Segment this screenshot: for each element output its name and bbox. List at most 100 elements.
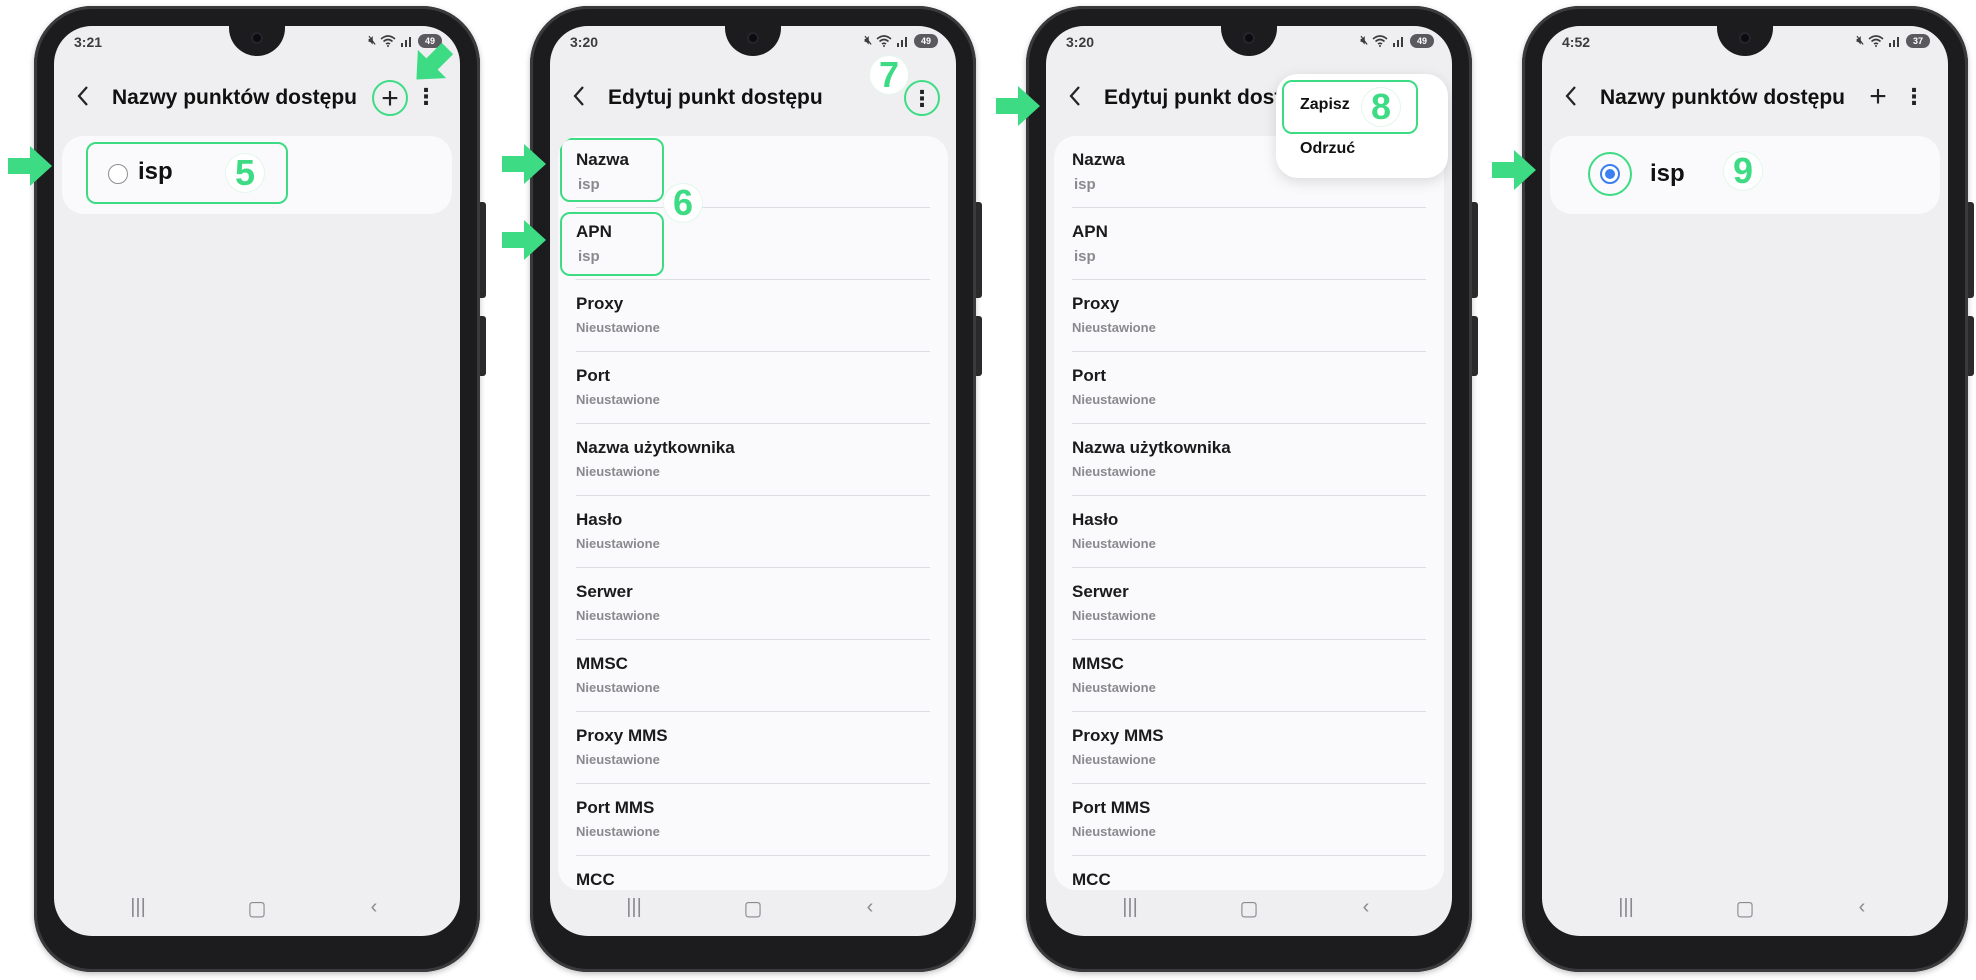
status-time: 3:20 xyxy=(1066,34,1095,50)
field-highlight-name xyxy=(560,138,664,202)
plus-icon: + xyxy=(381,82,399,115)
nav-back-icon[interactable]: ‹ xyxy=(1842,896,1882,919)
field-row-proxy[interactable]: Proxy Nieustawione xyxy=(576,280,930,352)
signal-icon xyxy=(1889,36,1899,47)
field-row-mcc[interactable]: MCC xyxy=(1072,856,1426,890)
step-number-6: 6 xyxy=(664,184,702,222)
screen: 3:20 🔇︎ 49 Edytuj punkt dostępu ⋮ 7 Nazw… xyxy=(550,26,956,936)
nav-back-icon[interactable]: ‹ xyxy=(1346,896,1386,919)
navigation-bar: ||| ▢ ‹ xyxy=(54,896,460,922)
field-row-apn[interactable]: APN isp xyxy=(1072,208,1426,280)
menu-item-save[interactable]: Zapisz xyxy=(1300,96,1350,114)
mute-icon: 🔇︎ xyxy=(1360,33,1368,47)
status-bar: 3:20 🔇︎ 49 xyxy=(570,33,938,52)
back-button[interactable] xyxy=(1564,85,1578,112)
apn-edit-form: Nazwa isp APN isp Proxy Nieustawione Port Ni… xyxy=(1054,136,1444,890)
page-title: Edytuj punkt dost xyxy=(1104,86,1282,109)
field-row-mms-proxy[interactable]: Proxy MMS Nieustawione xyxy=(1072,712,1426,784)
more-options-button[interactable]: ⋮ xyxy=(1896,80,1932,116)
field-row-password[interactable]: Hasło Nieustawione xyxy=(1072,496,1426,568)
signal-icon xyxy=(897,36,907,47)
field-row-port[interactable]: Port Nieustawione xyxy=(576,352,930,424)
app-bar: Nazwy punktów dostępu + ⋮ xyxy=(54,76,460,120)
field-row-server[interactable]: Serwer Nieustawione xyxy=(576,568,930,640)
nav-back-icon[interactable]: ‹ xyxy=(354,896,394,919)
add-apn-button[interactable]: + xyxy=(1860,80,1896,116)
apn-item-label[interactable]: isp xyxy=(138,158,173,186)
status-time: 3:20 xyxy=(570,34,599,50)
battery-icon: 37 xyxy=(1906,33,1930,48)
field-row-proxy[interactable]: Proxy Nieustawione xyxy=(1072,280,1426,352)
status-bar: 3:20 🔇︎ 49 xyxy=(1066,33,1434,52)
field-row-mmsc[interactable]: MMSC Nieustawione xyxy=(1072,640,1426,712)
page-title: Edytuj punkt dostępu xyxy=(608,86,823,109)
step-number-9: 9 xyxy=(1724,152,1762,190)
field-row-username[interactable]: Nazwa użytkownika Nieustawione xyxy=(576,424,930,496)
phone-3: 3:20 🔇︎ 49 Edytuj punkt dost Nazwa isp AP… xyxy=(1026,6,1478,972)
step-number-5: 5 xyxy=(226,154,264,192)
phone-1: 3:21 🔇︎ 49 Nazwy punktów dostępu + ⋮ isp… xyxy=(34,6,486,972)
field-row-mcc[interactable]: MCC xyxy=(576,856,930,890)
mute-icon: 🔇︎ xyxy=(1856,33,1864,47)
home-icon[interactable]: ▢ xyxy=(1725,896,1765,921)
green-arrow-icon xyxy=(502,220,546,260)
field-row-mms-port[interactable]: Port MMS Nieustawione xyxy=(576,784,930,856)
battery-icon: 49 xyxy=(1410,33,1434,48)
home-icon[interactable]: ▢ xyxy=(733,896,773,921)
apn-item-label[interactable]: isp xyxy=(1650,160,1685,188)
back-button[interactable] xyxy=(572,85,586,112)
screen: 4:52 🔇︎ 37 Nazwy punktów dostępu + ⋮ isp… xyxy=(1542,26,1948,936)
nav-back-icon[interactable]: ‹ xyxy=(850,896,890,919)
home-icon[interactable]: ▢ xyxy=(1229,896,1269,921)
mute-icon: 🔇︎ xyxy=(864,33,872,47)
chevron-left-icon xyxy=(1069,86,1080,106)
green-arrow-icon xyxy=(502,144,546,184)
battery-icon: 49 xyxy=(914,33,938,48)
mute-icon: 🔇︎ xyxy=(368,33,376,47)
field-row-mms-proxy[interactable]: Proxy MMS Nieustawione xyxy=(576,712,930,784)
green-arrow-icon xyxy=(8,146,52,186)
recents-icon[interactable]: ||| xyxy=(1110,896,1150,919)
phone-4: 4:52 🔇︎ 37 Nazwy punktów dostępu + ⋮ isp… xyxy=(1522,6,1974,972)
apn-radio[interactable] xyxy=(108,164,128,184)
green-arrow-icon xyxy=(1492,150,1536,190)
screen: 3:20 🔇︎ 49 Edytuj punkt dost Nazwa isp AP… xyxy=(1046,26,1452,936)
field-row-password[interactable]: Hasło Nieustawione xyxy=(576,496,930,568)
signal-icon xyxy=(1393,36,1403,47)
page-title: Nazwy punktów dostępu xyxy=(1600,86,1846,109)
apn-list: isp 9 xyxy=(1550,136,1940,214)
wifi-icon xyxy=(1372,34,1388,47)
plus-icon: + xyxy=(1869,80,1887,113)
step-number-7: 7 xyxy=(870,56,908,94)
menu-item-discard[interactable]: Odrzuć xyxy=(1300,140,1355,158)
field-row-username[interactable]: Nazwa użytkownika Nieustawione xyxy=(1072,424,1426,496)
back-button[interactable] xyxy=(1068,85,1082,112)
wifi-icon xyxy=(380,34,396,47)
page-title: Nazwy punktów dostępu xyxy=(112,86,358,109)
home-icon[interactable]: ▢ xyxy=(237,896,277,921)
green-arrow-icon xyxy=(996,86,1040,126)
field-row-port[interactable]: Port Nieustawione xyxy=(1072,352,1426,424)
apn-list: isp 5 xyxy=(62,136,452,214)
apn-edit-form: Nazwa isp APN isp Proxy Nieustawione Port Ni… xyxy=(558,136,948,890)
field-row-mms-port[interactable]: Port MMS Nieustawione xyxy=(1072,784,1426,856)
apn-radio[interactable] xyxy=(1600,164,1620,184)
add-apn-button[interactable]: + xyxy=(372,80,408,116)
app-bar: Nazwy punktów dostępu + ⋮ xyxy=(1542,76,1948,120)
navigation-bar: ||| ▢ ‹ xyxy=(1542,896,1948,922)
phone-2: 3:20 🔇︎ 49 Edytuj punkt dostępu ⋮ 7 Nazw… xyxy=(530,6,982,972)
status-time: 3:21 xyxy=(74,34,103,50)
wifi-icon xyxy=(1868,34,1884,47)
step-number-8: 8 xyxy=(1362,88,1400,126)
field-row-server[interactable]: Serwer Nieustawione xyxy=(1072,568,1426,640)
recents-icon[interactable]: ||| xyxy=(1606,896,1646,919)
recents-icon[interactable]: ||| xyxy=(614,896,654,919)
field-row-mmsc[interactable]: MMSC Nieustawione xyxy=(576,640,930,712)
back-button[interactable] xyxy=(76,85,90,112)
more-options-button[interactable]: ⋮ xyxy=(904,80,940,116)
more-vertical-icon: ⋮ xyxy=(1903,84,1925,109)
recents-icon[interactable]: ||| xyxy=(118,896,158,919)
more-vertical-icon: ⋮ xyxy=(911,86,933,111)
overflow-menu: Zapisz 8 Odrzuć xyxy=(1276,74,1448,178)
field-highlight-apn xyxy=(560,212,664,276)
